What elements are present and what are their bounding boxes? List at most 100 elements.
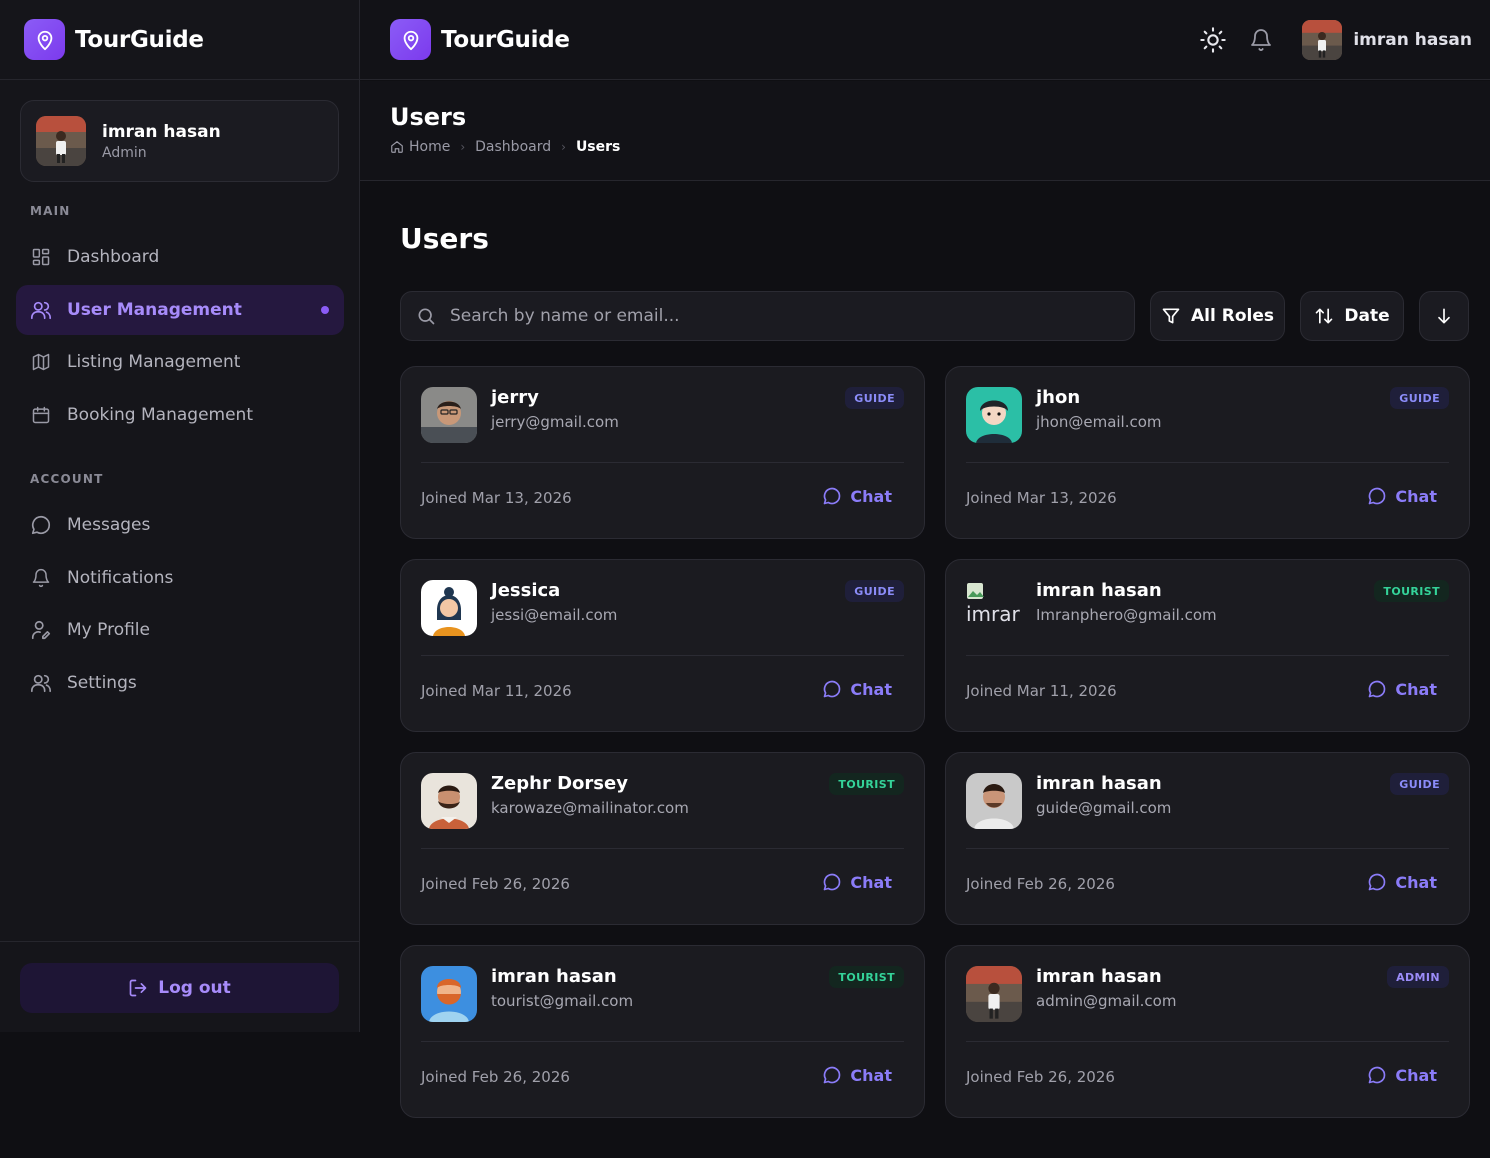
header-user-name[interactable]: imran hasan: [1353, 30, 1472, 50]
user-card[interactable]: imran hasan guide@gmail.com GUIDE Joined…: [945, 752, 1470, 925]
sidebar-item-booking-management[interactable]: Booking Management: [16, 390, 344, 440]
breadcrumb-home[interactable]: Home: [409, 139, 450, 155]
sort-by-button[interactable]: Date: [1300, 291, 1404, 341]
chat-label: Chat: [1395, 679, 1437, 699]
message-circle-icon: [30, 514, 52, 536]
sidebar-item-notifications[interactable]: Notifications: [16, 553, 344, 603]
card-divider: [966, 1041, 1449, 1042]
chat-button[interactable]: Chat: [822, 1065, 892, 1085]
avatar: [36, 116, 86, 166]
user-email: admin@gmail.com: [1036, 992, 1177, 1010]
page-header: Users Home › Dashboard › Users: [360, 81, 1490, 181]
map-icon: [30, 351, 52, 373]
user-name: imran hasan: [491, 966, 617, 987]
sidebar-brand[interactable]: TourGuide: [0, 0, 359, 80]
card-divider: [421, 655, 904, 656]
sidebar-item-label: My Profile: [67, 620, 150, 640]
role-badge: TOURIST: [1374, 580, 1449, 602]
sidebar-item-user-management[interactable]: User Management: [16, 285, 344, 335]
users-icon: [30, 299, 52, 321]
chat-button[interactable]: Chat: [822, 486, 892, 506]
roles-filter-label: All Roles: [1191, 306, 1274, 326]
user-avatar: [421, 966, 477, 1022]
sidebar-item-label: User Management: [67, 300, 242, 320]
user-card[interactable]: imran hasan tourist@gmail.com TOURIST Jo…: [400, 945, 925, 1118]
user-name: Zephr Dorsey: [491, 773, 628, 794]
user-name: jerry: [491, 387, 539, 408]
role-badge: ADMIN: [1387, 966, 1449, 988]
sort-direction-button[interactable]: [1419, 291, 1469, 341]
role-badge: TOURIST: [829, 773, 904, 795]
sidebar-item-settings[interactable]: Settings: [16, 658, 344, 708]
sun-icon[interactable]: [1198, 25, 1228, 55]
chat-button[interactable]: Chat: [822, 679, 892, 699]
user-email: jhon@email.com: [1036, 413, 1162, 431]
search-box[interactable]: [400, 291, 1135, 341]
bell-icon[interactable]: [1246, 25, 1276, 55]
bell-icon: [30, 567, 52, 589]
users-icon: [30, 672, 52, 694]
sidebar-item-label: Listing Management: [67, 352, 241, 372]
message-circle-icon: [822, 679, 842, 699]
page-title: Users: [390, 103, 467, 131]
chat-button[interactable]: Chat: [1367, 1065, 1437, 1085]
joined-date: Joined Feb 26, 2026: [966, 875, 1115, 893]
arrow-down-icon: [1434, 306, 1454, 326]
user-email: Imranphero@gmail.com: [1036, 606, 1217, 624]
sidebar-item-label: Messages: [67, 515, 151, 535]
avatar[interactable]: [1302, 20, 1343, 60]
user-name: imran hasan: [1036, 773, 1162, 794]
sidebar-item-messages[interactable]: Messages: [16, 500, 344, 550]
user-card[interactable]: Zephr Dorsey karowaze@mailinator.com TOU…: [400, 752, 925, 925]
brand-name[interactable]: TourGuide: [441, 27, 570, 53]
user-name: imran hasan: [1036, 580, 1162, 601]
chat-button[interactable]: Chat: [822, 872, 892, 892]
user-avatar: [421, 773, 477, 829]
profile-card[interactable]: imran hasan Admin: [20, 100, 339, 182]
user-card[interactable]: imran hasan admin@gmail.com ADMIN Joined…: [945, 945, 1470, 1118]
search-input[interactable]: [450, 306, 1100, 326]
user-name: jhon: [1036, 387, 1081, 408]
user-card[interactable]: jerry jerry@gmail.com GUIDE Joined Mar 1…: [400, 366, 925, 539]
sidebar-item-dashboard[interactable]: Dashboard: [16, 232, 344, 282]
chat-label: Chat: [850, 486, 892, 506]
sidebar-item-listing-management[interactable]: Listing Management: [16, 337, 344, 387]
joined-date: Joined Mar 11, 2026: [966, 682, 1117, 700]
user-avatar: imrar: [966, 580, 1022, 636]
joined-date: Joined Feb 26, 2026: [421, 875, 570, 893]
joined-date: Joined Feb 26, 2026: [966, 1068, 1115, 1086]
user-avatar: [966, 773, 1022, 829]
section-label-main: MAIN: [30, 204, 71, 218]
chat-button[interactable]: Chat: [1367, 486, 1437, 506]
log-out-icon: [128, 978, 148, 998]
user-card[interactable]: imrar imran hasan Imranphero@gmail.com T…: [945, 559, 1470, 732]
chat-label: Chat: [1395, 1065, 1437, 1085]
breadcrumb: Home › Dashboard › Users: [390, 139, 1490, 155]
logout-button[interactable]: Log out: [20, 963, 339, 1013]
message-circle-icon: [1367, 1065, 1387, 1085]
message-circle-icon: [822, 1065, 842, 1085]
filter-icon: [1161, 306, 1181, 326]
card-divider: [966, 462, 1449, 463]
card-divider: [421, 848, 904, 849]
arrow-up-down-icon: [1314, 306, 1334, 326]
card-divider: [966, 848, 1449, 849]
user-card[interactable]: Jessica jessi@email.com GUIDE Joined Mar…: [400, 559, 925, 732]
user-card[interactable]: jhon jhon@email.com GUIDE Joined Mar 13,…: [945, 366, 1470, 539]
home-icon[interactable]: [390, 140, 404, 154]
user-email: karowaze@mailinator.com: [491, 799, 689, 817]
profile-name: imran hasan: [102, 121, 221, 142]
message-circle-icon: [1367, 872, 1387, 892]
breadcrumb-dashboard[interactable]: Dashboard: [475, 139, 551, 155]
calendar-icon: [30, 404, 52, 426]
user-email: tourist@gmail.com: [491, 992, 634, 1010]
map-pin-logo-icon[interactable]: [390, 19, 431, 60]
joined-date: Joined Mar 13, 2026: [966, 489, 1117, 507]
chat-button[interactable]: Chat: [1367, 679, 1437, 699]
roles-filter-button[interactable]: All Roles: [1150, 291, 1285, 341]
chat-button[interactable]: Chat: [1367, 872, 1437, 892]
sidebar-item-my-profile[interactable]: My Profile: [16, 605, 344, 655]
chat-label: Chat: [850, 1065, 892, 1085]
user-avatar: [966, 966, 1022, 1022]
card-divider: [421, 462, 904, 463]
